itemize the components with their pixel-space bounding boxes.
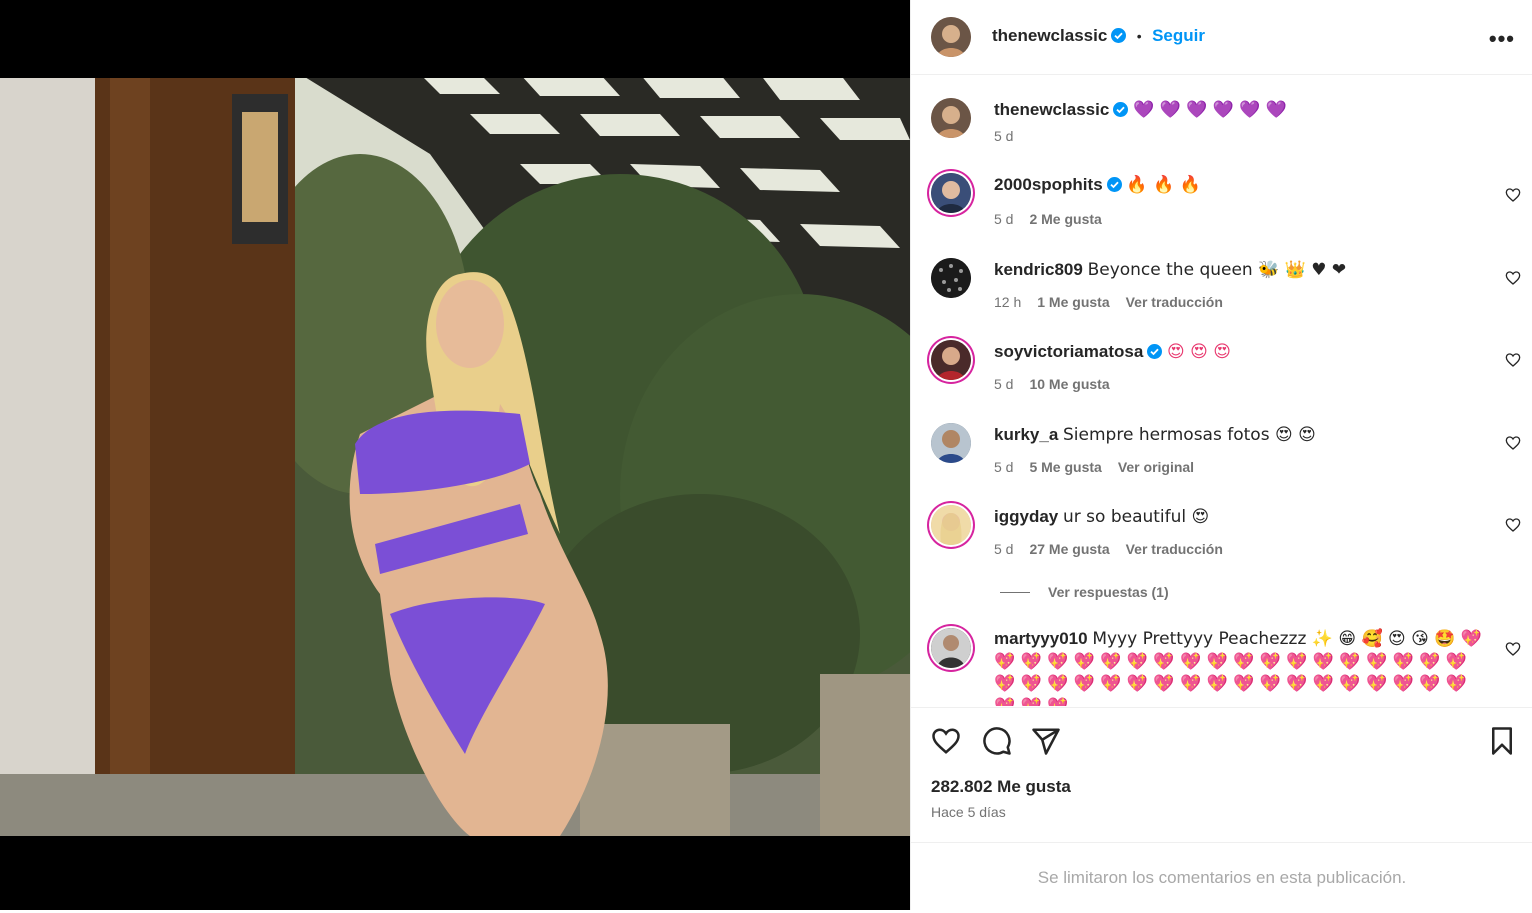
comment-likes[interactable]: 2 Me gusta: [1029, 211, 1101, 227]
comment-likes[interactable]: 10 Me gusta: [1029, 376, 1109, 392]
comment-text: 😍 😍 😍: [1167, 342, 1232, 362]
view-replies-label: Ver respuestas (1): [1048, 584, 1169, 600]
follow-button[interactable]: Seguir: [1152, 26, 1205, 45]
comment-body: iggyday ur so beautiful 😍: [994, 505, 1484, 529]
post-actions: 282.802 Me gusta Hace 5 días: [911, 707, 1532, 842]
comments-limited-notice: Se limitaron los comentarios en esta pub…: [911, 842, 1532, 910]
comment-username[interactable]: 2000spophits: [994, 175, 1103, 194]
comment-like-heart-icon[interactable]: [1505, 641, 1521, 657]
view-replies-button[interactable]: Ver respuestas (1): [1000, 584, 1169, 600]
more-options-icon[interactable]: •••: [1489, 26, 1515, 52]
verified-badge-icon: [1106, 175, 1122, 192]
comment-like-heart-icon[interactable]: [1505, 517, 1521, 533]
comment-time[interactable]: 5 d: [994, 376, 1013, 392]
comment-username[interactable]: soyvictoriamatosa: [994, 342, 1143, 361]
comment-icon[interactable]: [982, 726, 1012, 756]
comment-avatar[interactable]: [931, 340, 971, 380]
send-icon[interactable]: [1031, 726, 1061, 756]
comment-likes[interactable]: 1 Me gusta: [1037, 294, 1109, 310]
comment-meta: 12 h 1 Me gusta Ver traducción: [994, 294, 1239, 310]
comment-body: 2000spophits 🔥 🔥 🔥: [994, 173, 1484, 197]
comment-time[interactable]: 5 d: [994, 459, 1013, 475]
comment-time[interactable]: 12 h: [994, 294, 1021, 310]
bookmark-icon[interactable]: [1487, 726, 1517, 756]
comment-username[interactable]: martyyy010: [994, 629, 1088, 648]
comment-avatar[interactable]: [931, 628, 971, 668]
comment-like-heart-icon[interactable]: [1505, 352, 1521, 368]
comment-likes[interactable]: 5 Me gusta: [1029, 459, 1101, 475]
caption-text: 💜 💜 💜 💜 💜 💜: [1133, 100, 1288, 120]
replies-divider: [1000, 592, 1030, 593]
verified-badge-icon: [1147, 342, 1163, 359]
comment-meta: 5 d 10 Me gusta: [994, 376, 1126, 392]
comment-avatar[interactable]: [931, 423, 971, 463]
like-count[interactable]: 282.802 Me gusta: [931, 777, 1071, 797]
comment-avatar[interactable]: [931, 505, 971, 545]
comment-username[interactable]: iggyday: [994, 507, 1058, 526]
comments-list[interactable]: thenewclassic 💜 💜 💜 💜 💜 💜 5 d 2000spophi…: [911, 76, 1532, 706]
verified-badge-icon: [1111, 28, 1127, 43]
author-avatar[interactable]: [931, 17, 971, 57]
comment-meta: 5 d 2 Me gusta: [994, 211, 1118, 227]
comment-text: 🔥 🔥 🔥: [1126, 175, 1201, 195]
comment-text: ur so beautiful 😍: [1062, 507, 1210, 527]
caption-avatar[interactable]: [931, 98, 971, 138]
post-timestamp[interactable]: Hace 5 días: [931, 804, 1006, 820]
caption-meta: 5 d: [994, 128, 1029, 144]
comment-username[interactable]: kendric809: [994, 260, 1083, 279]
comment-text: Beyonce the queen 🐝 👑 ♥ ❤: [1087, 260, 1347, 280]
header-separator: •: [1136, 28, 1142, 44]
comment-username[interactable]: kurky_a: [994, 425, 1058, 444]
comment-text: Siempre hermosas fotos 😍 😍: [1063, 425, 1316, 445]
comment-time[interactable]: 5 d: [994, 541, 1013, 557]
comment-avatar[interactable]: [931, 173, 971, 213]
comment-like-heart-icon[interactable]: [1505, 435, 1521, 451]
comment-time[interactable]: 5 d: [994, 211, 1013, 227]
translate-link[interactable]: Ver traducción: [1126, 541, 1223, 557]
caption-username[interactable]: thenewclassic: [994, 100, 1109, 119]
comment-body: martyyy010 Myyy Prettyyy Peachezzz ✨ 😁 🥰…: [994, 628, 1489, 706]
comment-avatar[interactable]: [931, 258, 971, 298]
post-media: [0, 0, 910, 910]
verified-badge-icon: [1113, 100, 1129, 117]
caption-body: thenewclassic 💜 💜 💜 💜 💜 💜: [994, 98, 1484, 122]
comment-like-heart-icon[interactable]: [1505, 187, 1521, 203]
comment-like-heart-icon[interactable]: [1505, 270, 1521, 286]
comment-meta: 5 d 5 Me gusta Ver original: [994, 459, 1210, 475]
post-side-panel: thenewclassic • Seguir ••• thenewclassic…: [910, 0, 1532, 910]
comment-body: soyvictoriamatosa 😍 😍 😍: [994, 340, 1484, 364]
comment-likes[interactable]: 27 Me gusta: [1029, 541, 1109, 557]
post-header: thenewclassic • Seguir •••: [911, 0, 1532, 75]
comment-body: kurky_a Siempre hermosas fotos 😍 😍: [994, 423, 1484, 447]
post-photo[interactable]: [0, 74, 910, 836]
comment-body: kendric809 Beyonce the queen 🐝 👑 ♥ ❤: [994, 258, 1484, 282]
caption-time[interactable]: 5 d: [994, 128, 1013, 144]
see-original-link[interactable]: Ver original: [1118, 459, 1194, 475]
heart-icon[interactable]: [931, 726, 961, 756]
comment-meta: 5 d 27 Me gusta Ver traducción: [994, 541, 1239, 557]
translate-link[interactable]: Ver traducción: [1126, 294, 1223, 310]
author-username[interactable]: thenewclassic: [992, 26, 1107, 45]
